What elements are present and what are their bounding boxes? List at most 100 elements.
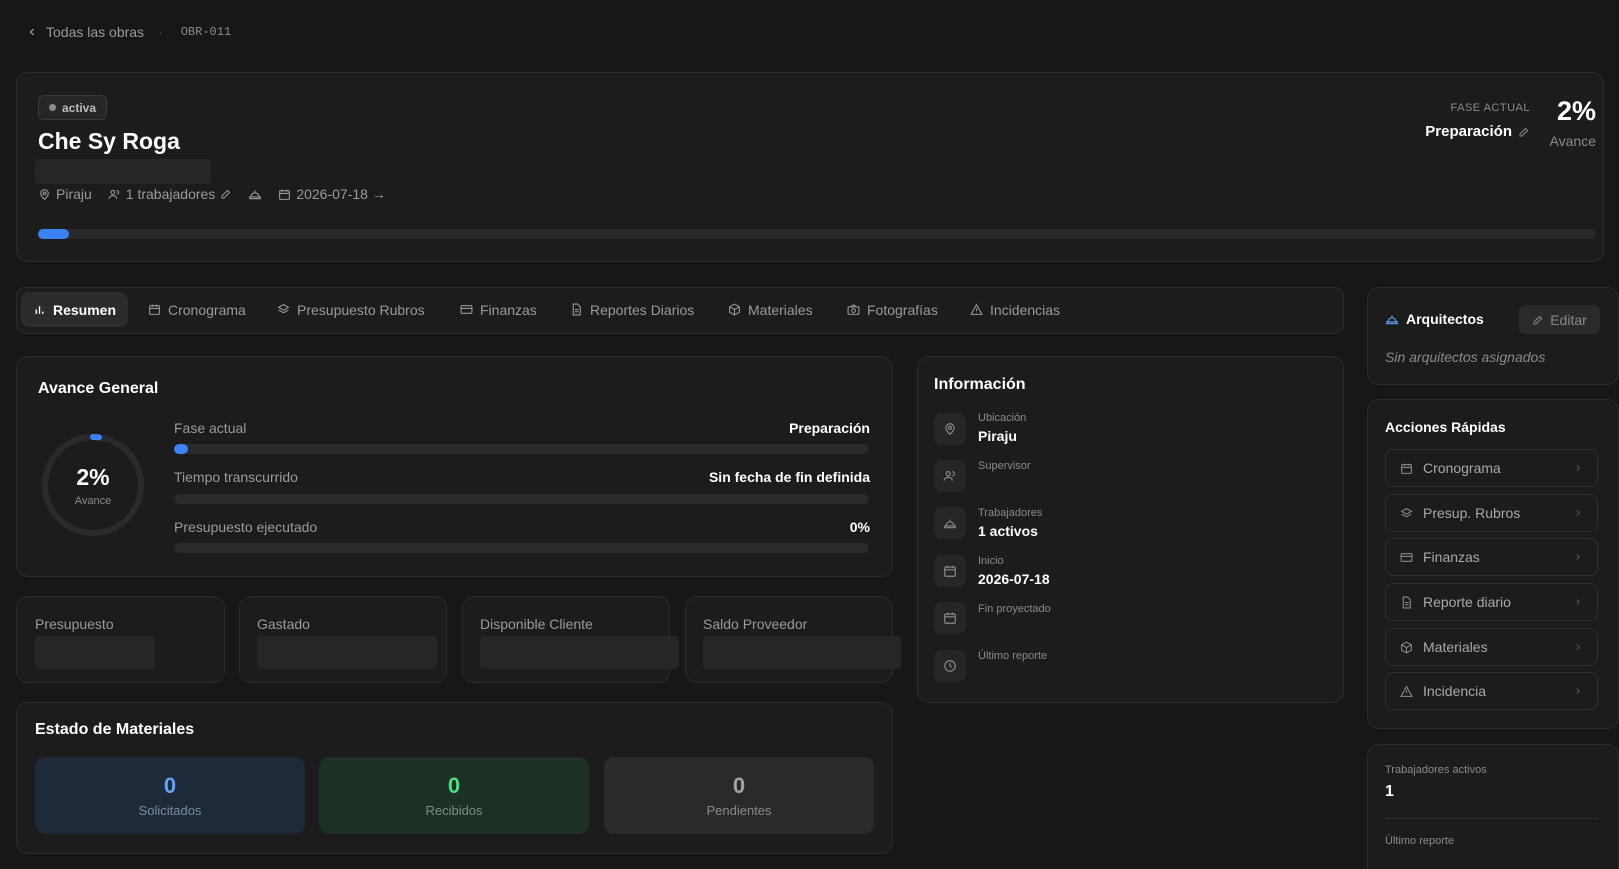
materiales-label: Pendientes	[706, 803, 772, 818]
quick-action-label: Incidencia	[1423, 683, 1487, 699]
calendar-icon	[148, 303, 161, 316]
meta-start-date: 2026-07-18 →	[278, 186, 386, 202]
quick-action-reporte-diario[interactable]: Reporte diario	[1385, 583, 1598, 621]
chevron-left-icon	[26, 26, 38, 38]
quick-action-label: Materiales	[1423, 639, 1488, 655]
informacion-title: Información	[934, 376, 1026, 393]
stats-card	[1367, 744, 1619, 869]
finance-value-placeholder	[703, 636, 901, 669]
back-link[interactable]: Todas las obras	[26, 24, 144, 40]
info-value-trabajadores: 1 activos	[978, 523, 1038, 539]
tab-reportes-diarios-label: Reportes Diarios	[590, 301, 695, 318]
map-pin-icon	[38, 188, 51, 201]
finance-value-placeholder	[480, 636, 679, 669]
tab-cronograma[interactable]: Cronograma	[136, 292, 258, 327]
quick-action-label: Reporte diario	[1423, 594, 1511, 610]
quick-action-presup-rubros[interactable]: Presup. Rubros	[1385, 494, 1598, 532]
phase-value[interactable]: Preparación	[1400, 123, 1530, 140]
chevron-right-icon	[1573, 508, 1583, 518]
clock-icon	[934, 650, 966, 682]
tab-fotografias-label: Fotografías	[867, 301, 938, 318]
bar-chart-icon	[33, 303, 46, 316]
progress-label: Avance	[1549, 133, 1596, 149]
chevron-right-icon	[1573, 686, 1583, 696]
quick-action-label: Cronograma	[1423, 460, 1501, 476]
info-label-ubicacion: Ubicación	[978, 412, 1027, 424]
header-progress-track	[38, 229, 1596, 239]
arquitectos-empty: Sin arquitectos asignados	[1385, 349, 1546, 365]
obra-meta: Piraju 1 trabajadores 2026-07-18 →	[38, 186, 396, 202]
quick-action-finanzas[interactable]: Finanzas	[1385, 538, 1598, 576]
materiales-solicitados: 0 Solicitados	[35, 757, 305, 834]
page-title: Che Sy Roga	[38, 128, 180, 154]
materiales-recibidos: 0 Recibidos	[319, 757, 589, 834]
materiales-label: Recibidos	[425, 803, 483, 818]
hard-hat-icon	[934, 507, 966, 539]
phase-label: FASE ACTUAL	[1450, 102, 1530, 114]
ring-value: 2%	[76, 464, 110, 490]
info-value-inicio: 2026-07-18	[978, 571, 1050, 587]
meta-workers[interactable]: 1 trabajadores	[108, 186, 233, 202]
layers-icon	[277, 303, 290, 316]
breadcrumb: Todas las obras · OBR-011	[26, 24, 231, 40]
map-pin-icon	[934, 413, 966, 445]
status-dot	[49, 104, 56, 111]
meta-location-label: Piraju	[56, 186, 92, 202]
tab-fotografias[interactable]: Fotografías	[835, 292, 950, 327]
quick-action-label: Presup. Rubros	[1423, 505, 1521, 521]
tiempo-transcurrido-track	[174, 494, 869, 504]
info-value-ubicacion: Piraju	[978, 428, 1017, 444]
pencil-icon	[1532, 314, 1544, 326]
presupuesto-ejecutado-track	[174, 543, 869, 553]
edit-arquitectos-button[interactable]: Editar	[1519, 305, 1600, 334]
chevron-right-icon	[1573, 552, 1583, 562]
obra-code: OBR-011	[180, 25, 232, 39]
document-icon	[1400, 596, 1413, 609]
tab-finanzas-label: Finanzas	[480, 301, 537, 318]
alert-triangle-icon	[970, 303, 983, 316]
calendar-icon	[1400, 462, 1413, 475]
chevron-right-icon	[1573, 642, 1583, 652]
info-label-ultimo-reporte: Último reporte	[978, 650, 1048, 662]
pencil-icon[interactable]	[220, 188, 232, 200]
quick-action-cronograma[interactable]: Cronograma	[1385, 449, 1598, 487]
finance-value-placeholder	[257, 636, 437, 669]
materiales-title: Estado de Materiales	[35, 721, 195, 738]
meta-location: Piraju	[38, 186, 92, 202]
presupuesto-ejecutado-label: Presupuesto ejecutado	[174, 519, 318, 535]
tab-materiales[interactable]: Materiales	[716, 292, 825, 327]
tab-resumen[interactable]: Resumen	[21, 292, 129, 327]
calendar-icon	[278, 188, 291, 201]
tab-materiales-label: Materiales	[748, 301, 813, 318]
tab-incidencias[interactable]: Incidencias	[958, 292, 1072, 327]
package-icon	[1400, 640, 1413, 654]
meta-workers-label: 1 trabajadores	[125, 186, 216, 202]
fase-actual-track	[174, 444, 869, 454]
quick-action-materiales[interactable]: Materiales	[1385, 628, 1598, 666]
tab-presupuesto-rubros[interactable]: Presupuesto Rubros	[265, 292, 437, 327]
layers-icon	[1400, 507, 1413, 520]
acciones-rapidas-title: Acciones Rápidas	[1385, 419, 1506, 435]
materiales-count: 0	[732, 773, 746, 798]
credit-card-icon	[1400, 551, 1413, 564]
workers-active-label: Trabajadores activos	[1385, 764, 1487, 776]
finance-card-label: Gastado	[257, 616, 310, 632]
users-icon	[108, 188, 121, 201]
package-icon	[728, 303, 741, 316]
pencil-icon[interactable]	[1518, 126, 1530, 138]
progress-value: 2%	[1556, 96, 1596, 126]
avance-general-title: Avance General	[38, 380, 159, 397]
quick-action-incidencia[interactable]: Incidencia	[1385, 672, 1598, 710]
materiales-label: Solicitados	[138, 803, 202, 818]
info-label-supervisor: Supervisor	[978, 460, 1031, 472]
tab-resumen-label: Resumen	[53, 301, 117, 318]
subtitle-placeholder	[35, 159, 211, 184]
finance-card-label: Disponible Cliente	[480, 616, 593, 632]
finance-card-label: Presupuesto	[35, 616, 114, 632]
presupuesto-ejecutado-value: 0%	[849, 519, 870, 535]
phase-value-label: Preparación	[1425, 123, 1512, 140]
info-label-fin-proyectado: Fin proyectado	[978, 603, 1051, 615]
tab-reportes-diarios[interactable]: Reportes Diarios	[558, 292, 706, 327]
arquitectos-title: Arquitectos	[1406, 311, 1484, 327]
tab-finanzas[interactable]: Finanzas	[448, 292, 549, 327]
